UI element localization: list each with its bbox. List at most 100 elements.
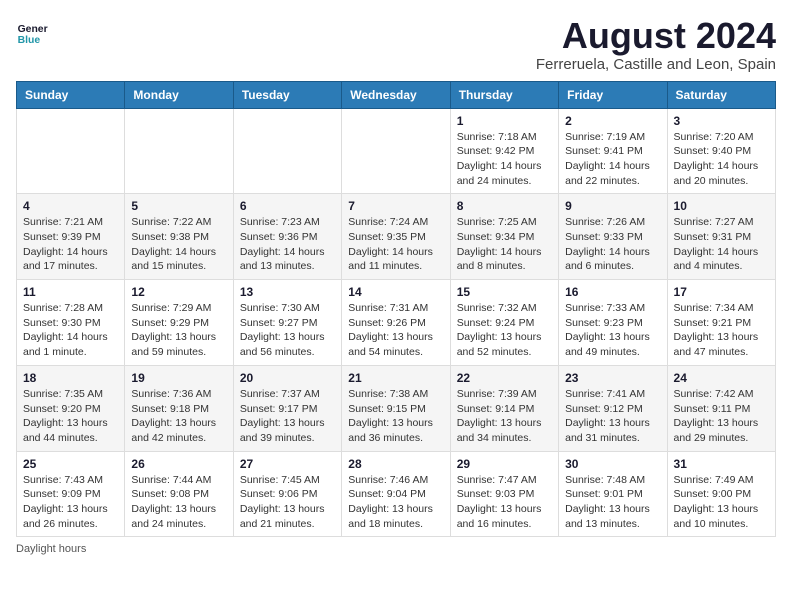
day-number: 23: [565, 371, 660, 385]
day-info: Sunrise: 7:23 AM Sunset: 9:36 PM Dayligh…: [240, 215, 335, 274]
calendar-week-1: 1 Sunrise: 7:18 AM Sunset: 9:42 PM Daylig…: [17, 108, 776, 194]
day-info: Sunrise: 7:34 AM Sunset: 9:21 PM Dayligh…: [674, 301, 769, 360]
calendar-cell: 30Sunrise: 7:48 AM Sunset: 9:01 PM Dayli…: [559, 451, 667, 537]
day-info: Sunrise: 7:46 AM Sunset: 9:04 PM Dayligh…: [348, 473, 443, 532]
calendar-cell: 25 Sunrise: 7:43 AM Sunset: 9:09 PM Dayli…: [17, 451, 125, 537]
calendar-week-3: 11Sunrise: 7:28 AM Sunset: 9:30 PM Dayli…: [17, 280, 776, 366]
day-info: Sunrise: 7:42 AM Sunset: 9:11 PM Dayligh…: [674, 387, 769, 446]
day-number: 12: [131, 285, 226, 299]
calendar-week-4: 18Sunrise: 7:35 AM Sunset: 9:20 PM Dayli…: [17, 365, 776, 451]
day-info: Sunrise: 7:28 AM Sunset: 9:30 PM Dayligh…: [23, 301, 118, 360]
calendar-cell: 7 Sunrise: 7:24 AM Sunset: 9:35 PM Daylig…: [342, 194, 450, 280]
day-info: Sunrise: 7:30 AM Sunset: 9:27 PM Dayligh…: [240, 301, 335, 360]
day-info: Sunrise: 7:21 AM Sunset: 9:39 PM Dayligh…: [23, 215, 118, 274]
calendar-cell: 5Sunrise: 7:22 AM Sunset: 9:38 PM Daylig…: [125, 194, 233, 280]
calendar-table: SundayMondayTuesdayWednesdayThursdayFrid…: [16, 81, 776, 538]
svg-text:General: General: [18, 24, 48, 35]
day-number: 25: [23, 457, 118, 471]
day-number: 7: [348, 199, 443, 213]
day-info: Sunrise: 7:39 AM Sunset: 9:14 PM Dayligh…: [457, 387, 552, 446]
calendar-cell: 8Sunrise: 7:25 AM Sunset: 9:34 PM Daylig…: [450, 194, 558, 280]
column-header-wednesday: Wednesday: [342, 81, 450, 108]
calendar-cell: 21 Sunrise: 7:38 AM Sunset: 9:15 PM Dayli…: [342, 365, 450, 451]
calendar-cell: 3Sunrise: 7:20 AM Sunset: 9:40 PM Daylig…: [667, 108, 775, 194]
day-info: Sunrise: 7:49 AM Sunset: 9:00 PM Dayligh…: [674, 473, 769, 532]
day-number: 20: [240, 371, 335, 385]
calendar-cell: 26 Sunrise: 7:44 AM Sunset: 9:08 PM Dayli…: [125, 451, 233, 537]
column-header-monday: Monday: [125, 81, 233, 108]
calendar-cell: [125, 108, 233, 194]
day-number: 27: [240, 457, 335, 471]
calendar-cell: 19Sunrise: 7:36 AM Sunset: 9:18 PM Dayli…: [125, 365, 233, 451]
calendar-cell: 1 Sunrise: 7:18 AM Sunset: 9:42 PM Daylig…: [450, 108, 558, 194]
day-number: 21: [348, 371, 443, 385]
calendar-cell: 23 Sunrise: 7:41 AM Sunset: 9:12 PM Dayli…: [559, 365, 667, 451]
main-title: August 2024: [536, 16, 776, 56]
calendar-cell: 9 Sunrise: 7:26 AM Sunset: 9:33 PM Daylig…: [559, 194, 667, 280]
day-number: 30: [565, 457, 660, 471]
day-info: Sunrise: 7:33 AM Sunset: 9:23 PM Dayligh…: [565, 301, 660, 360]
day-number: 6: [240, 199, 335, 213]
day-number: 16: [565, 285, 660, 299]
calendar-cell: 4 Sunrise: 7:21 AM Sunset: 9:39 PM Daylig…: [17, 194, 125, 280]
day-number: 17: [674, 285, 769, 299]
calendar-cell: 20 Sunrise: 7:37 AM Sunset: 9:17 PM Dayli…: [233, 365, 341, 451]
calendar-cell: 24 Sunrise: 7:42 AM Sunset: 9:11 PM Dayli…: [667, 365, 775, 451]
calendar-cell: 14 Sunrise: 7:31 AM Sunset: 9:26 PM Dayli…: [342, 280, 450, 366]
day-number: 1: [457, 114, 552, 128]
column-header-friday: Friday: [559, 81, 667, 108]
calendar-cell: 31 Sunrise: 7:49 AM Sunset: 9:00 PM Dayli…: [667, 451, 775, 537]
day-info: Sunrise: 7:24 AM Sunset: 9:35 PM Dayligh…: [348, 215, 443, 274]
day-number: 22: [457, 371, 552, 385]
calendar-cell: 27Sunrise: 7:45 AM Sunset: 9:06 PM Dayli…: [233, 451, 341, 537]
column-header-sunday: Sunday: [17, 81, 125, 108]
day-info: Sunrise: 7:32 AM Sunset: 9:24 PM Dayligh…: [457, 301, 552, 360]
calendar-cell: 18Sunrise: 7:35 AM Sunset: 9:20 PM Dayli…: [17, 365, 125, 451]
day-info: Sunrise: 7:31 AM Sunset: 9:26 PM Dayligh…: [348, 301, 443, 360]
column-header-tuesday: Tuesday: [233, 81, 341, 108]
calendar-cell: 2Sunrise: 7:19 AM Sunset: 9:41 PM Daylig…: [559, 108, 667, 194]
day-number: 9: [565, 199, 660, 213]
calendar-cell: [342, 108, 450, 194]
day-number: 26: [131, 457, 226, 471]
column-header-saturday: Saturday: [667, 81, 775, 108]
calendar-cell: 11Sunrise: 7:28 AM Sunset: 9:30 PM Dayli…: [17, 280, 125, 366]
footer-note: Daylight hours: [16, 543, 776, 555]
day-info: Sunrise: 7:47 AM Sunset: 9:03 PM Dayligh…: [457, 473, 552, 532]
calendar-cell: 28Sunrise: 7:46 AM Sunset: 9:04 PM Dayli…: [342, 451, 450, 537]
day-info: Sunrise: 7:25 AM Sunset: 9:34 PM Dayligh…: [457, 215, 552, 274]
calendar-cell: 12 Sunrise: 7:29 AM Sunset: 9:29 PM Dayli…: [125, 280, 233, 366]
day-info: Sunrise: 7:44 AM Sunset: 9:08 PM Dayligh…: [131, 473, 226, 532]
day-number: 29: [457, 457, 552, 471]
day-number: 24: [674, 371, 769, 385]
calendar-cell: 15 Sunrise: 7:32 AM Sunset: 9:24 PM Dayli…: [450, 280, 558, 366]
day-number: 13: [240, 285, 335, 299]
day-info: Sunrise: 7:26 AM Sunset: 9:33 PM Dayligh…: [565, 215, 660, 274]
day-number: 4: [23, 199, 118, 213]
logo-icon: General Blue: [16, 16, 48, 48]
calendar-cell: 6 Sunrise: 7:23 AM Sunset: 9:36 PM Daylig…: [233, 194, 341, 280]
column-header-thursday: Thursday: [450, 81, 558, 108]
svg-text:Blue: Blue: [18, 35, 41, 46]
day-info: Sunrise: 7:37 AM Sunset: 9:17 PM Dayligh…: [240, 387, 335, 446]
day-number: 5: [131, 199, 226, 213]
day-number: 19: [131, 371, 226, 385]
day-info: Sunrise: 7:18 AM Sunset: 9:42 PM Dayligh…: [457, 130, 552, 189]
day-number: 10: [674, 199, 769, 213]
calendar-cell: 16 Sunrise: 7:33 AM Sunset: 9:23 PM Dayli…: [559, 280, 667, 366]
calendar-header: SundayMondayTuesdayWednesdayThursdayFrid…: [17, 81, 776, 108]
day-info: Sunrise: 7:41 AM Sunset: 9:12 PM Dayligh…: [565, 387, 660, 446]
day-number: 15: [457, 285, 552, 299]
calendar-cell: [17, 108, 125, 194]
logo: General Blue: [16, 16, 48, 48]
day-info: Sunrise: 7:43 AM Sunset: 9:09 PM Dayligh…: [23, 473, 118, 532]
calendar-cell: 17 Sunrise: 7:34 AM Sunset: 9:21 PM Dayli…: [667, 280, 775, 366]
title-area: August 2024 Ferreruela, Castille and Leo…: [536, 16, 776, 73]
day-info: Sunrise: 7:38 AM Sunset: 9:15 PM Dayligh…: [348, 387, 443, 446]
day-number: 14: [348, 285, 443, 299]
day-number: 18: [23, 371, 118, 385]
calendar-cell: 29 Sunrise: 7:47 AM Sunset: 9:03 PM Dayli…: [450, 451, 558, 537]
day-info: Sunrise: 7:29 AM Sunset: 9:29 PM Dayligh…: [131, 301, 226, 360]
day-number: 31: [674, 457, 769, 471]
day-number: 3: [674, 114, 769, 128]
